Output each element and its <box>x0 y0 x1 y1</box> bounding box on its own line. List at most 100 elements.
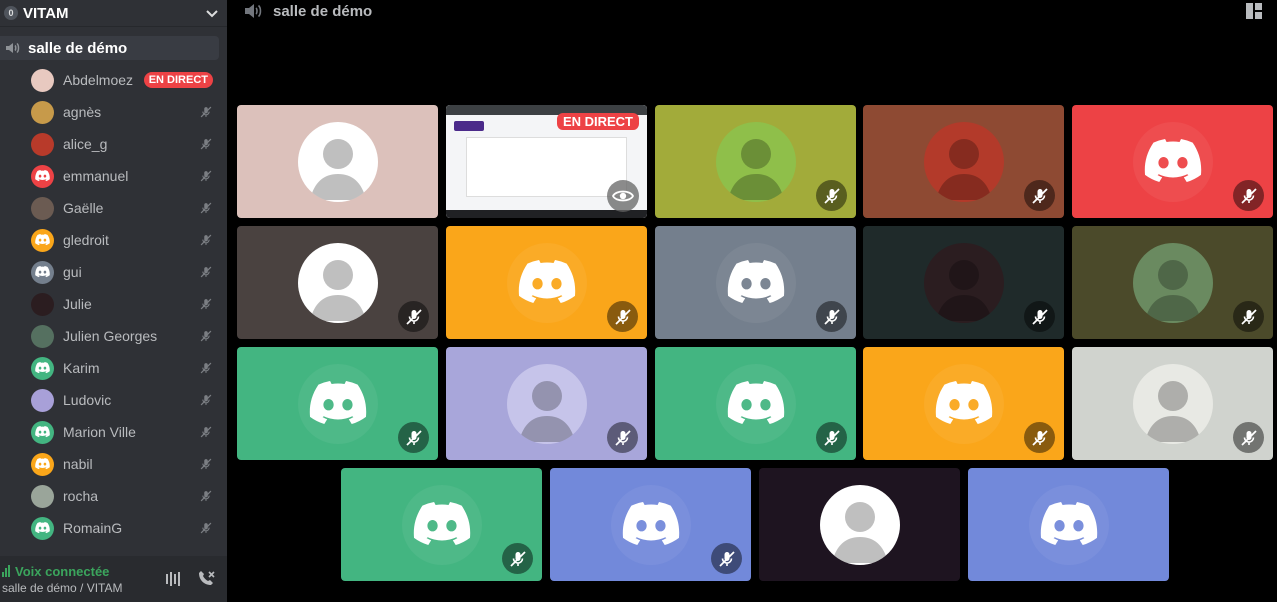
participant-tile[interactable] <box>446 226 647 339</box>
voice-member-item[interactable]: gledroit <box>0 224 227 256</box>
participant-tile[interactable] <box>446 347 647 460</box>
member-name: Julien Georges <box>63 328 158 344</box>
voice-member-item[interactable]: Julien Georges <box>0 320 227 352</box>
muted-mic-icon <box>199 425 213 439</box>
avatar <box>297 242 378 323</box>
muted-mic-icon <box>607 301 638 332</box>
muted-mic-icon <box>1024 422 1055 453</box>
voice-member-item[interactable]: Ludovic <box>0 384 227 416</box>
voice-member-item[interactable]: rocha <box>0 480 227 512</box>
avatar <box>31 228 54 252</box>
grid-layout-icon[interactable] <box>1245 2 1263 20</box>
participant-tile[interactable] <box>655 105 856 218</box>
stream-tile[interactable]: EN DIRECT <box>446 105 647 218</box>
avatar <box>31 132 54 156</box>
discord-avatar <box>715 363 796 444</box>
voice-member-item[interactable]: Karim <box>0 352 227 384</box>
muted-mic-icon <box>199 329 213 343</box>
member-name: gui <box>63 264 82 280</box>
voice-member-item[interactable]: emmanuel <box>0 160 227 192</box>
participant-tile[interactable] <box>1072 105 1273 218</box>
channel-header: salle de démo <box>227 0 1277 22</box>
watch-stream-icon[interactable] <box>607 180 639 212</box>
voice-channel-salle-de-demo[interactable]: salle de démo <box>0 36 219 60</box>
participant-tile[interactable] <box>341 468 542 581</box>
noise-suppression-button[interactable] <box>163 568 185 590</box>
live-badge: EN DIRECT <box>556 113 639 130</box>
avatar <box>715 121 796 202</box>
participant-tile[interactable] <box>550 468 751 581</box>
muted-mic-icon <box>607 422 638 453</box>
participant-tile[interactable] <box>237 226 438 339</box>
avatar <box>506 363 587 444</box>
participant-tile[interactable] <box>968 468 1169 581</box>
participant-tile[interactable] <box>655 226 856 339</box>
avatar <box>297 121 378 202</box>
avatar <box>31 452 54 476</box>
channel-sidebar: 0 VITAM salle de démo Abdelmoez EN DIRECT… <box>0 0 227 602</box>
discord-avatar <box>1132 121 1213 202</box>
discord-avatar <box>923 363 1004 444</box>
muted-mic-icon <box>711 543 742 574</box>
avatar <box>31 484 54 508</box>
sound-wave-icon <box>166 572 180 586</box>
member-name: gledroit <box>63 232 109 248</box>
muted-mic-icon <box>502 543 533 574</box>
avatar <box>31 164 54 188</box>
voice-member-item[interactable]: Julie <box>0 288 227 320</box>
voice-connection-panel: Voix connectée salle de démo / VITAM <box>0 556 227 602</box>
signal-icon <box>2 565 11 577</box>
participant-tile[interactable] <box>1072 226 1273 339</box>
voice-status[interactable]: Voix connectée <box>2 564 163 579</box>
avatar <box>1132 363 1213 444</box>
participant-tile[interactable] <box>863 226 1064 339</box>
member-name: emmanuel <box>63 168 129 184</box>
participant-tile[interactable] <box>237 347 438 460</box>
muted-mic-icon <box>199 457 213 471</box>
muted-mic-icon <box>199 297 213 311</box>
voice-member-item[interactable]: agnès <box>0 96 227 128</box>
server-header[interactable]: 0 VITAM <box>0 0 227 26</box>
participant-tile[interactable] <box>237 105 438 218</box>
muted-mic-icon <box>199 201 213 215</box>
voice-member-item[interactable]: alice_g <box>0 128 227 160</box>
participant-tile[interactable] <box>863 347 1064 460</box>
voice-member-item[interactable]: nabil <box>0 448 227 480</box>
discord-avatar <box>401 484 482 565</box>
muted-mic-icon <box>199 393 213 407</box>
member-name: nabil <box>63 456 93 472</box>
muted-mic-icon <box>1024 301 1055 332</box>
voice-location[interactable]: salle de démo / VITAM <box>2 581 163 595</box>
disconnect-button[interactable] <box>195 568 217 590</box>
chevron-down-icon[interactable] <box>205 6 219 20</box>
member-name: RomainG <box>63 520 123 536</box>
voice-member-item[interactable]: RomainG <box>0 512 227 544</box>
muted-mic-icon <box>1233 180 1264 211</box>
voice-member-item[interactable]: gui <box>0 256 227 288</box>
avatar <box>1132 242 1213 323</box>
avatar <box>923 121 1004 202</box>
voice-member-item[interactable]: Marion Ville <box>0 416 227 448</box>
participant-tile[interactable] <box>1072 347 1273 460</box>
avatar <box>31 388 54 412</box>
muted-mic-icon <box>199 489 213 503</box>
participant-tile[interactable] <box>759 468 960 581</box>
muted-mic-icon <box>199 521 213 535</box>
voice-stage: salle de démo EN DIRECT <box>227 0 1277 602</box>
server-badge: 0 <box>4 6 18 20</box>
avatar <box>31 100 54 124</box>
muted-mic-icon <box>199 137 213 151</box>
live-badge: EN DIRECT <box>143 72 213 88</box>
voice-member-item[interactable]: Gaëlle <box>0 192 227 224</box>
voice-member-item[interactable]: Abdelmoez EN DIRECT <box>0 64 227 96</box>
participant-tile[interactable] <box>863 105 1064 218</box>
member-name: Marion Ville <box>63 424 136 440</box>
muted-mic-icon <box>398 422 429 453</box>
server-name: VITAM <box>23 4 69 22</box>
member-name: Karim <box>63 360 100 376</box>
muted-mic-icon <box>199 265 213 279</box>
muted-mic-icon <box>199 105 213 119</box>
channel-title: salle de démo <box>273 2 373 20</box>
participant-tile[interactable] <box>655 347 856 460</box>
discord-avatar <box>1028 484 1109 565</box>
